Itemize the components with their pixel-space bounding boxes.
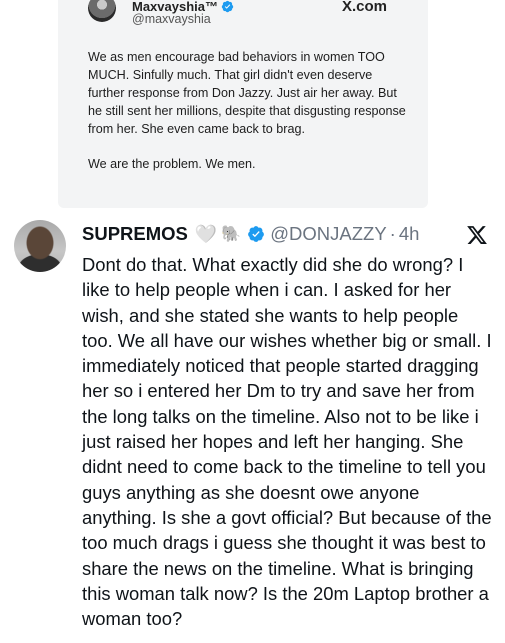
tweet-header: SUPREMOS 🤍 🐘 @DONJAZZY · 4h xyxy=(82,223,419,245)
heart-icon: 🤍 xyxy=(194,223,218,244)
quoted-avatar[interactable] xyxy=(88,0,116,22)
quoted-post-card[interactable]: Maxvayshia™ @maxvayshia X.com We as men … xyxy=(58,0,428,208)
quoted-author-handle[interactable]: @maxvayshia xyxy=(132,12,211,26)
avatar[interactable] xyxy=(14,220,66,272)
verified-badge-icon xyxy=(221,0,234,13)
separator-dot: · xyxy=(389,223,396,244)
quoted-paragraph: We as men encourage bad behaviors in wom… xyxy=(88,50,406,136)
author-name[interactable]: SUPREMOS xyxy=(82,223,188,245)
elephant-icon: 🐘 xyxy=(221,226,242,243)
quoted-post-body: We as men encourage bad behaviors in wom… xyxy=(88,48,408,173)
tweet-text: Dont do that. What exactly did she do wr… xyxy=(82,254,492,630)
verified-badge-icon xyxy=(248,226,265,242)
post-time[interactable]: 4h xyxy=(399,223,420,245)
author-handle[interactable]: @DONJAZZY xyxy=(270,223,386,245)
x-logo-icon xyxy=(467,226,487,244)
quoted-paragraph: We are the problem. We men. xyxy=(88,157,256,171)
site-watermark: X.com xyxy=(342,0,388,15)
